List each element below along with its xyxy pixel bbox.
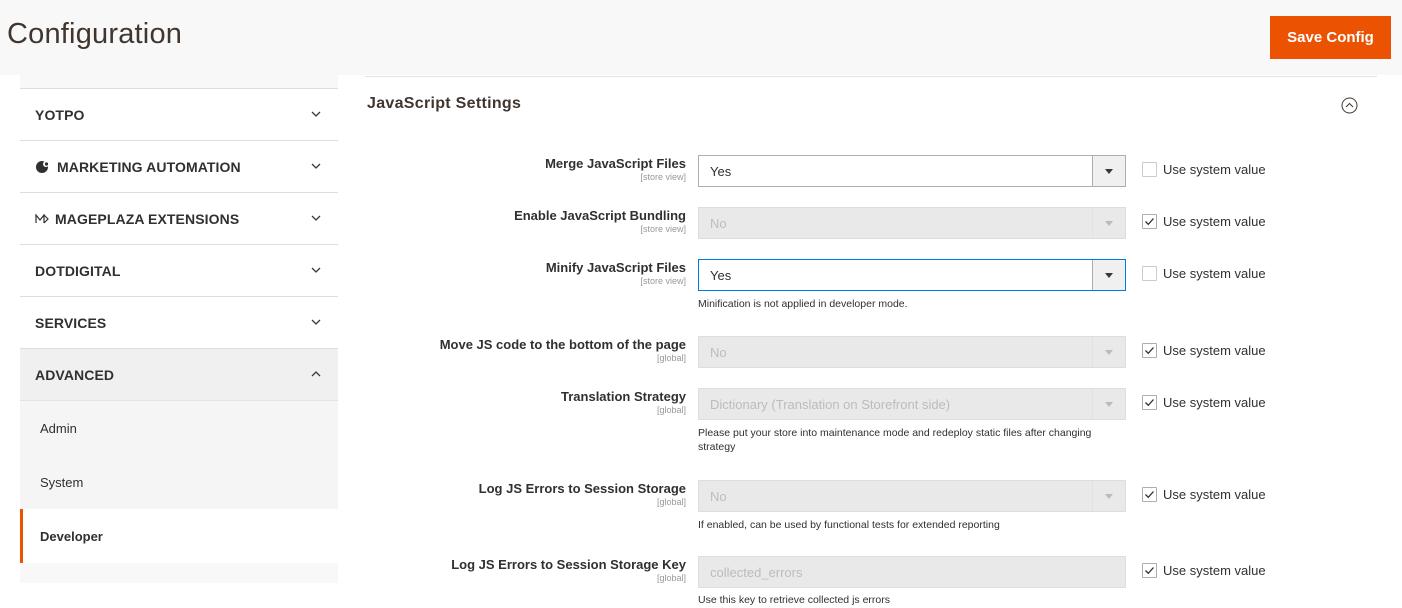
sidebar-section-advanced[interactable]: ADVANCED xyxy=(20,349,338,401)
config-sidebar: YOTPO MARKETING AUTOMATION MAGEPLAZA EXT… xyxy=(20,75,338,583)
checkbox-checked-icon[interactable] xyxy=(1142,487,1157,502)
page-title: Configuration xyxy=(7,18,183,50)
dotdigital-logo-icon xyxy=(35,160,51,174)
sidebar-section-label: DOTDIGITAL xyxy=(35,262,121,279)
chevron-down-icon xyxy=(310,108,322,120)
field-note-translation-strategy: Please put your store into maintenance m… xyxy=(698,427,1092,453)
select-value: No xyxy=(710,344,727,360)
field-label-log-js-errors-key: Log JS Errors to Session Storage Key [gl… xyxy=(451,557,686,583)
section-divider xyxy=(365,76,1377,77)
dropdown-arrow-icon xyxy=(1092,389,1125,419)
page-header: Configuration Save Config xyxy=(0,0,1402,75)
chevron-up-icon xyxy=(310,368,322,380)
sidebar-item-system[interactable]: System xyxy=(20,455,338,509)
move-js-select[interactable]: No xyxy=(698,336,1126,368)
field-label-move-js: Move JS code to the bottom of the page [… xyxy=(439,337,686,363)
dropdown-arrow-icon xyxy=(1092,481,1125,511)
checkbox-checked-icon[interactable] xyxy=(1142,563,1157,578)
dropdown-arrow-icon xyxy=(1092,337,1125,367)
field-label-js-bundling: Enable JavaScript Bundling [store view] xyxy=(514,208,686,234)
chevron-down-icon xyxy=(310,264,322,276)
field-label-minify-js: Minify JavaScript Files [store view] xyxy=(545,260,686,286)
use-system-value-move-js[interactable]: Use system value xyxy=(1142,343,1266,358)
select-value: No xyxy=(710,488,727,504)
checkbox-checked-icon[interactable] xyxy=(1142,395,1157,410)
use-system-value-translation-strategy[interactable]: Use system value xyxy=(1142,395,1266,410)
field-label-log-js-errors: Log JS Errors to Session Storage [global… xyxy=(478,481,686,507)
sidebar-section-dotdigital[interactable]: DOTDIGITAL xyxy=(20,245,338,297)
collapse-section-icon[interactable] xyxy=(1341,97,1358,114)
use-system-value-log-js-errors-key[interactable]: Use system value xyxy=(1142,563,1266,578)
checkbox-checked-icon[interactable] xyxy=(1142,214,1157,229)
dropdown-arrow-icon xyxy=(1092,260,1125,290)
sidebar-section-label: MAGEPLAZA EXTENSIONS xyxy=(55,210,240,227)
log-js-errors-select[interactable]: No xyxy=(698,480,1126,512)
use-system-value-js-bundling[interactable]: Use system value xyxy=(1142,214,1266,229)
use-system-value-minify-js[interactable]: Use system value xyxy=(1142,266,1266,281)
translation-strategy-select[interactable]: Dictionary (Translation on Storefront si… xyxy=(698,388,1126,420)
select-value: No xyxy=(710,215,727,231)
use-system-value-merge-js[interactable]: Use system value xyxy=(1142,162,1266,177)
select-value: Yes xyxy=(710,267,732,283)
use-system-value-log-js-errors[interactable]: Use system value xyxy=(1142,487,1266,502)
dropdown-arrow-icon xyxy=(1092,208,1125,238)
minify-js-select[interactable]: Yes xyxy=(698,259,1126,291)
checkbox-unchecked-icon[interactable] xyxy=(1142,266,1157,281)
field-label-translation-strategy: Translation Strategy [global] xyxy=(561,389,686,415)
sidebar-section-services[interactable]: SERVICES xyxy=(20,297,338,349)
sidebar-item-admin[interactable]: Admin xyxy=(20,401,338,455)
save-config-button[interactable]: Save Config xyxy=(1270,16,1391,59)
chevron-down-icon xyxy=(310,212,322,224)
sidebar-section-mageplaza-extensions[interactable]: MAGEPLAZA EXTENSIONS xyxy=(20,193,338,245)
sidebar-section-label: SERVICES xyxy=(35,314,107,331)
section-title[interactable]: JavaScript Settings xyxy=(367,95,521,113)
sidebar-section-label: ADVANCED xyxy=(35,366,115,383)
log-js-errors-key-input[interactable] xyxy=(698,556,1126,588)
checkbox-checked-icon[interactable] xyxy=(1142,343,1157,358)
chevron-down-icon xyxy=(310,160,322,172)
select-value: Dictionary (Translation on Storefront si… xyxy=(710,396,951,412)
sidebar-section-marketing-automation[interactable]: MARKETING AUTOMATION xyxy=(20,141,338,193)
select-value: Yes xyxy=(710,163,732,179)
chevron-down-icon xyxy=(310,316,322,328)
sidebar-section-yotpo[interactable]: YOTPO xyxy=(20,89,338,141)
merge-js-select[interactable]: Yes xyxy=(698,155,1126,187)
field-note-log-js-errors: If enabled, can be used by functional te… xyxy=(698,519,1000,531)
field-label-merge-js: Merge JavaScript Files [store view] xyxy=(545,156,686,182)
dropdown-arrow-icon xyxy=(1092,156,1125,186)
mageplaza-logo-icon xyxy=(35,213,49,224)
sidebar-item-developer[interactable]: Developer xyxy=(20,509,338,563)
js-bundling-select[interactable]: No xyxy=(698,207,1126,239)
checkbox-unchecked-icon[interactable] xyxy=(1142,162,1157,177)
sidebar-section-label: YOTPO xyxy=(35,106,85,123)
field-note-minify-js: Minification is not applied in developer… xyxy=(698,298,908,310)
sidebar-section-label: MARKETING AUTOMATION xyxy=(57,158,241,175)
field-note-log-js-errors-key: Use this key to retrieve collected js er… xyxy=(698,594,890,606)
